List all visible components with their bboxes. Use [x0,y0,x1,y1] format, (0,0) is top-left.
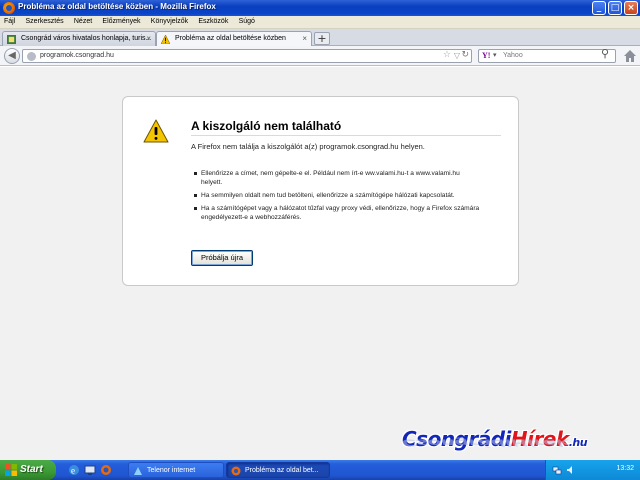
menu-view[interactable]: Nézet [70,16,96,25]
error-title: A kiszolgáló nem található [191,119,342,133]
quicklaunch-firefox-icon[interactable] [100,464,112,476]
warning-icon [143,119,169,143]
taskbar-item-firefox[interactable]: Probléma az oldal bet... [226,462,330,478]
search-bar[interactable]: Y! ▾ Yahoo [478,49,616,63]
yahoo-icon[interactable]: Y! [482,51,490,60]
list-item: Ha semmilyen oldalt nem tud betölteni, e… [194,191,481,200]
tab-strip: Csongrád város hivatalos honlapja, turis… [0,29,640,47]
menu-file[interactable]: Fájl [0,16,19,25]
back-arrow-icon: ◀ [8,50,16,61]
tab-error-page[interactable]: Probléma az oldal betöltése közben × [156,31,312,47]
error-description: A Firefox nem találja a kiszolgálót a(z)… [191,142,425,151]
clock[interactable]: 13:32 [616,465,634,472]
logo-reflection: CsongrádiHírek [402,437,569,449]
tab-label: Probléma az oldal betöltése közben [175,35,286,42]
volume-icon[interactable] [566,465,576,475]
windows-logo-icon [5,464,17,476]
svg-text:e: e [71,466,75,476]
window-titlebar[interactable]: Probléma az oldal betöltése közben - Moz… [0,0,640,16]
navigation-bar: ◀ programok.csongrad.hu ☆ ▽ ↻ Y! ▾ Yahoo… [0,46,640,66]
error-suggestions: Ellenőrizze a címet, nem gépelte-e el. P… [194,169,481,226]
firefox-icon [3,2,15,14]
divider [191,135,501,136]
close-button[interactable]: × [624,1,638,15]
menu-history[interactable]: Előzmények [98,16,144,25]
menu-edit[interactable]: Szerkesztés [22,16,68,25]
error-panel: A kiszolgáló nem található A Firefox nem… [122,96,519,286]
globe-icon [27,52,36,61]
tab-label: Csongrád város hivatalos honlapja, turis… [21,35,152,42]
search-input[interactable]: Yahoo [503,52,523,59]
list-item: Ellenőrizze a címet, nem gépelte-e el. P… [194,169,481,187]
telenor-icon [134,467,142,475]
menu-bookmarks[interactable]: Könyvjelzők [147,16,192,25]
menu-bar: Fájl Szerkesztés Nézet Előzmények Könyvj… [0,16,640,29]
new-tab-button[interactable]: + [314,32,330,45]
quicklaunch-ie-icon[interactable]: e [68,464,80,476]
minimize-button[interactable]: _ [592,1,606,15]
dropdown-arrow-icon[interactable]: ▽ [454,51,460,60]
site-favicon-icon [7,35,16,44]
tab-close-icon[interactable]: × [302,34,307,43]
firefox-icon [231,466,241,476]
network-icon[interactable] [552,465,562,475]
url-input[interactable]: programok.csongrad.hu [40,52,114,59]
page-content: A kiszolgáló nem található A Firefox nem… [0,67,640,460]
taskbar: Start e Telenor internet Probléma az old… [0,460,640,480]
search-icon[interactable]: ⚲ [601,47,609,60]
reload-icon[interactable]: ↻ [461,50,469,60]
url-bar[interactable]: programok.csongrad.hu ☆ ▽ ↻ [22,49,472,63]
chevron-down-icon[interactable]: ▾ [493,51,497,59]
back-button[interactable]: ◀ [4,48,20,64]
quicklaunch-desktop-icon[interactable] [84,464,96,476]
tab-csongrad[interactable]: Csongrád város hivatalos honlapja, turis… [2,31,156,46]
csongradi-hirek-logo: CsongrádiHírek.hu CsongrádiHírek [392,424,632,464]
menu-tools[interactable]: Eszközök [194,16,232,25]
menu-help[interactable]: Súgó [235,16,259,25]
window-title: Probléma az oldal betöltése közben - Moz… [18,2,216,11]
warning-icon [161,35,170,44]
start-button[interactable]: Start [0,460,56,480]
tab-close-icon[interactable]: × [146,34,151,43]
home-icon[interactable] [623,49,637,63]
start-label: Start [20,464,43,475]
maximize-button[interactable]: □ [608,1,622,15]
system-tray: 13:32 [545,460,640,480]
retry-button[interactable]: Próbálja újra [191,250,253,266]
taskbar-item-telenor[interactable]: Telenor internet [128,462,224,478]
list-item: Ha a számítógépet vagy a hálózatot tűzfa… [194,205,480,221]
bookmark-star-icon[interactable]: ☆ [443,50,451,60]
